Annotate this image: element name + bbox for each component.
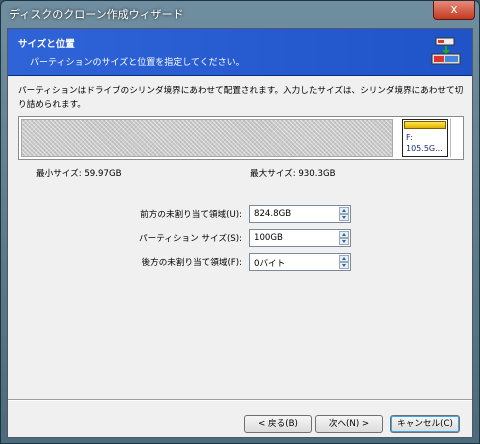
partition-size-down-icon[interactable] [339,238,349,245]
after-space-up-icon[interactable] [339,255,349,262]
partition-map: F: 105.5G... [18,116,464,160]
after-space-label: 後方の未割り当て領域(F): [141,258,242,268]
wizard-client-area: サイズと位置 パーティションのサイズと位置を指定してください。 パーティションは… [7,28,473,438]
button-divider [8,399,472,401]
partition-size-up-icon[interactable] [339,231,349,238]
close-button[interactable]: x [433,1,475,20]
after-space-down-icon[interactable] [339,262,349,269]
cancel-button[interactable]: キャンセル(C) [390,415,460,433]
partition-block[interactable]: F: 105.5G... [402,119,448,157]
partition-size: 105.5G... [406,144,443,153]
window-title: ディスクのクローン作成ウィザード [9,8,184,21]
partition-size-row: パーティション サイズ(S): 100GB [8,229,472,247]
before-space-label: 前方の未割り当て領域(U): [140,210,242,220]
partition-size-input[interactable]: 100GB [249,229,351,247]
title-bar[interactable]: ディスクのクローン作成ウィザード x [1,1,479,27]
page-subtitle: パーティションのサイズと位置を指定してください。 [30,58,245,68]
after-space-row: 後方の未割り当て領域(F): 0バイト [8,253,472,271]
after-space-input[interactable]: 0バイト [249,253,351,271]
before-space-row: 前方の未割り当て領域(U): 824.8GB [8,205,472,223]
close-icon: x [450,2,458,16]
min-size-label: 最小サイズ: 59.97GB [36,169,122,179]
after-space-value[interactable]: 0バイト [254,257,285,269]
before-space-down-icon[interactable] [339,214,349,221]
unallocated-space-region[interactable] [21,119,393,157]
back-button[interactable]: < 戻る(B) [244,415,312,433]
before-space-value[interactable]: 824.8GB [254,209,291,219]
wizard-header: サイズと位置 パーティションのサイズと位置を指定してください。 [8,29,472,76]
description-text: パーティションはドライブのシリンダ境界にあわせて配置されます。入力したサイズは、… [18,86,464,110]
partition-size-value[interactable]: 100GB [254,233,283,243]
before-space-up-icon[interactable] [339,207,349,214]
partition-resize-handle[interactable] [450,119,461,157]
wizard-window: ディスクのクローン作成ウィザード x サイズと位置 パーティションのサイズと位置… [0,0,480,444]
page-title: サイズと位置 [18,39,75,50]
partition-cap [404,121,446,129]
before-space-input[interactable]: 824.8GB [249,205,351,223]
partition-letter: F: [406,133,413,142]
disk-clone-icon [431,37,461,65]
partition-size-label: パーティション サイズ(S): [139,234,242,244]
next-button[interactable]: 次へ(N) > [315,415,383,433]
max-size-label: 最大サイズ: 930.3GB [250,169,336,179]
